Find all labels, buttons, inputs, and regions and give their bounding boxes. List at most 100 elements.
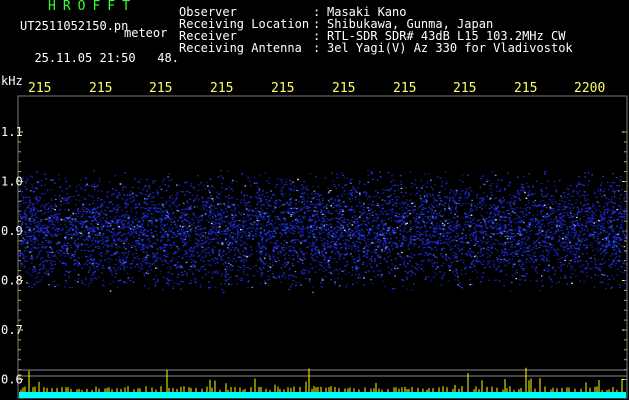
noise-speck <box>249 268 252 270</box>
noise-speck <box>469 279 471 281</box>
noise-speck <box>425 243 427 245</box>
noise-speck <box>129 198 131 200</box>
noise-speck <box>378 241 381 243</box>
noise-speck <box>273 228 276 230</box>
noise-speck <box>440 215 442 217</box>
noise-speck <box>120 216 123 218</box>
noise-speck <box>390 259 393 261</box>
noise-speck <box>107 206 110 208</box>
noise-speck <box>159 247 161 249</box>
noise-speck <box>414 225 417 227</box>
noise-speck <box>534 226 537 228</box>
noise-speck <box>130 190 132 192</box>
noise-speck <box>381 274 383 276</box>
noise-speck <box>301 232 304 234</box>
noise-speck <box>337 273 340 275</box>
noise-speck <box>540 213 543 215</box>
noise-speck <box>586 275 589 277</box>
noise-speck <box>92 211 94 214</box>
noise-speck <box>363 207 365 209</box>
noise-speck <box>557 248 559 251</box>
noise-speck <box>365 225 368 227</box>
noise-speck <box>594 254 596 257</box>
noise-speck <box>256 198 259 200</box>
noise-speck <box>391 213 393 215</box>
noise-speck <box>519 207 522 209</box>
noise-speck <box>56 257 58 260</box>
noise-speck <box>362 231 365 233</box>
noise-speck <box>186 220 189 222</box>
noise-speck <box>321 286 323 288</box>
noise-speck <box>217 226 219 229</box>
noise-speck <box>288 246 291 248</box>
noise-speck <box>348 181 351 183</box>
noise-speck <box>245 207 247 209</box>
noise-speck <box>365 244 367 247</box>
noise-speck <box>388 251 391 253</box>
noise-speck <box>412 211 414 213</box>
noise-speck <box>100 209 103 211</box>
noise-speck <box>160 188 163 190</box>
noise-speck <box>286 225 288 227</box>
noise-speck <box>174 237 177 239</box>
noise-speck <box>344 219 347 221</box>
noise-speck <box>266 191 268 194</box>
noise-speck <box>564 238 567 241</box>
noise-speck <box>580 210 582 212</box>
noise-speck <box>55 219 58 221</box>
noise-speck <box>623 233 626 235</box>
noise-speck <box>337 206 340 208</box>
noise-speck <box>176 195 179 197</box>
noise-speck <box>209 214 212 216</box>
noise-speck <box>180 231 183 233</box>
noise-speck <box>288 278 290 280</box>
noise-speck <box>112 242 115 245</box>
noise-speck <box>123 185 126 187</box>
noise-speck <box>392 205 395 207</box>
noise-speck <box>591 261 593 263</box>
noise-speck <box>460 197 462 199</box>
noise-speck <box>24 266 26 268</box>
noise-speck <box>328 191 330 193</box>
noise-speck <box>387 256 390 258</box>
noise-speck <box>192 260 194 262</box>
noise-speck <box>427 276 429 278</box>
noise-speck <box>415 268 417 270</box>
noise-speck <box>156 256 158 258</box>
x-tick-label: 215 <box>393 81 416 96</box>
noise-speck <box>487 260 489 262</box>
noise-speck <box>243 266 245 268</box>
noise-speck <box>480 239 482 241</box>
noise-speck <box>591 244 593 246</box>
noise-speck <box>518 216 520 218</box>
noise-speck <box>286 211 288 214</box>
noise-speck <box>295 281 297 283</box>
noise-speck <box>511 237 514 239</box>
noise-speck <box>91 249 93 252</box>
noise-speck <box>409 229 412 231</box>
noise-speck <box>561 217 563 219</box>
noise-speck <box>242 264 245 267</box>
noise-speck <box>50 189 53 191</box>
noise-speck <box>402 213 404 215</box>
noise-speck <box>596 201 599 203</box>
noise-speck <box>273 259 276 261</box>
noise-speck <box>326 218 328 220</box>
noise-speck <box>452 196 454 198</box>
noise-speck <box>471 250 473 253</box>
noise-speck <box>297 256 299 259</box>
noise-speck <box>460 273 463 275</box>
noise-speck <box>351 206 353 208</box>
noise-speck <box>191 261 193 263</box>
noise-speck <box>128 221 131 223</box>
noise-speck <box>443 224 446 226</box>
noise-speck <box>429 216 432 218</box>
noise-speck <box>314 233 316 235</box>
noise-speck <box>192 222 195 224</box>
noise-speck <box>137 187 140 189</box>
noise-speck <box>104 225 107 227</box>
noise-speck <box>612 212 614 214</box>
noise-speck <box>527 246 530 248</box>
noise-speck <box>163 260 166 262</box>
noise-speck <box>570 268 572 270</box>
